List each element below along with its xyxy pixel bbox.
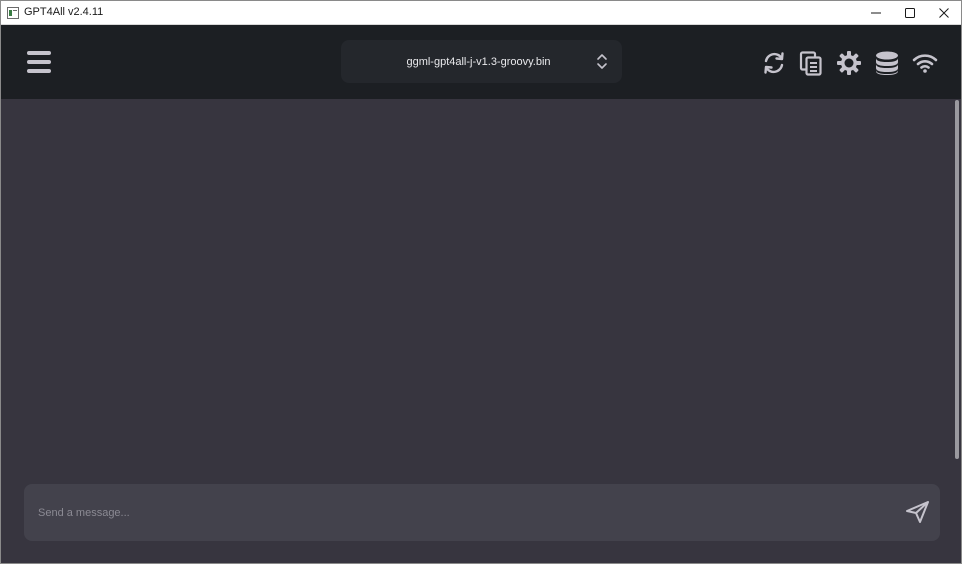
app-toolbar: ggml-gpt4all-j-v1.3-groovy.bin <box>1 25 961 99</box>
hamburger-menu-icon <box>26 51 52 79</box>
maximize-button[interactable] <box>893 1 927 24</box>
copy-conversation-button[interactable] <box>798 50 824 76</box>
wifi-icon <box>912 50 938 76</box>
window-title: GPT4All v2.4.11 <box>24 6 104 18</box>
model-selector-value: ggml-gpt4all-j-v1.3-groovy.bin <box>406 55 551 68</box>
title-bar[interactable]: GPT4All v2.4.11 <box>1 1 961 25</box>
network-button[interactable] <box>912 50 938 76</box>
drawer-toggle-button[interactable] <box>26 49 52 75</box>
model-selector[interactable]: ggml-gpt4all-j-v1.3-groovy.bin <box>341 40 622 83</box>
copy-icon <box>798 50 824 76</box>
close-icon <box>939 7 949 18</box>
app-window: GPT4All v2.4.11 ggml-gpt4all-j-v1.3-groo… <box>0 0 962 564</box>
minimize-icon <box>871 8 881 18</box>
chat-scrollbar[interactable] <box>955 100 959 459</box>
database-icon <box>874 50 900 76</box>
reset-chat-button[interactable] <box>761 50 787 76</box>
maximize-icon <box>905 7 915 18</box>
chevron-up-down-icon <box>596 53 608 70</box>
app-logo-icon <box>7 6 19 19</box>
close-button[interactable] <box>927 1 961 24</box>
send-icon <box>904 501 930 528</box>
refresh-icon <box>761 50 787 76</box>
minimize-button[interactable] <box>859 1 893 24</box>
message-input[interactable] <box>38 484 878 541</box>
localdocs-button[interactable] <box>874 50 900 76</box>
message-input-box <box>24 484 940 541</box>
settings-button[interactable] <box>836 50 862 76</box>
send-button[interactable] <box>904 500 930 524</box>
gear-icon <box>836 50 862 76</box>
